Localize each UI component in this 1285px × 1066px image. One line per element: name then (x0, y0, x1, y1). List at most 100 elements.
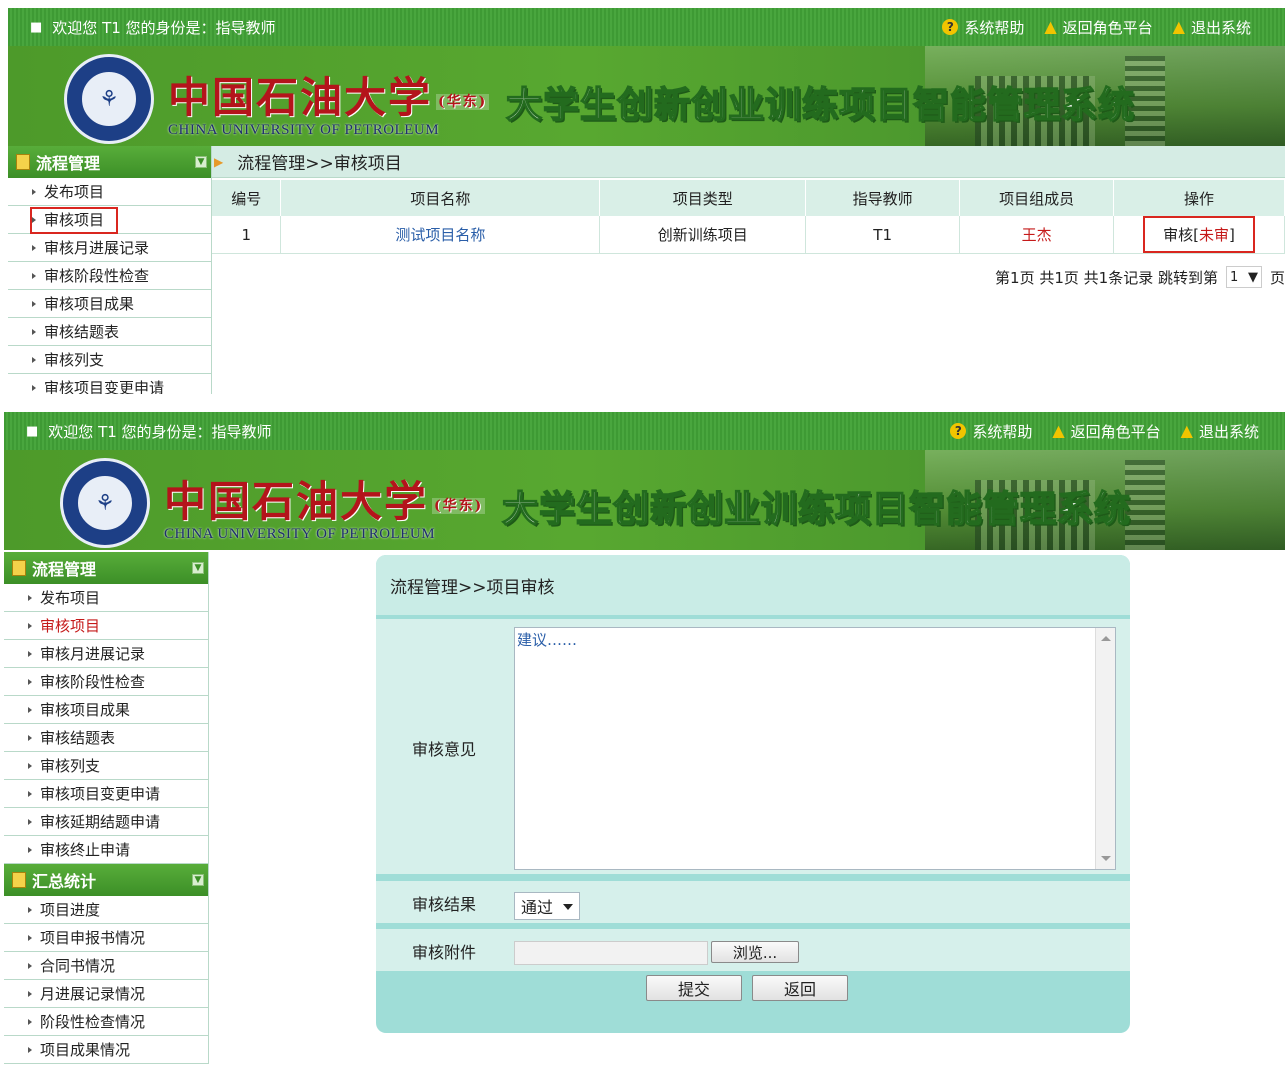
welcome-text: 欢迎您 T1 您的身份是：指导教师 (52, 18, 276, 37)
sidebar: 流程管理 ▼ 发布项目 审核项目 审核月进展记录 审核阶段性检查 审核项目成果 … (8, 146, 212, 394)
book-icon (16, 154, 30, 170)
sidebar-group-process[interactable]: 流程管理 ▼ (4, 552, 208, 584)
screenshot-review-list: ■ 欢迎您 T1 您的身份是：指导教师 ? 系统帮助 ▲ 返回角色平台 ▲ 退出系统 … (0, 8, 1285, 394)
page-select[interactable]: 1 ▼ (1225, 266, 1262, 288)
sidebar-item-termination-request[interactable]: 审核终止申请 (4, 836, 208, 864)
sidebar-item-application[interactable]: 项目申报书情况 (4, 924, 208, 952)
review-panel: 流程管理>>项目审核 审核意见 建议…… 审核结果 通过 审核附件 浏览... … (376, 555, 1130, 1033)
project-table: 编号 项目名称 项目类型 指导教师 项目组成员 操作 1 测试项目名称 创新训练… (212, 180, 1285, 254)
opinion-row: 审核意见 建议…… (376, 619, 1130, 874)
submit-button[interactable]: 提交 (646, 975, 742, 1001)
col-members: 项目组成员 (959, 180, 1115, 216)
book-icon (12, 872, 26, 888)
page-title: 流程管理>>项目审核 (376, 555, 1130, 615)
logout-link[interactable]: ▲ 退出系统 (1173, 17, 1251, 38)
sidebar-item-contract[interactable]: 合同书情况 (4, 952, 208, 980)
scroll-up-icon (1101, 636, 1111, 641)
user-icon: ■ (26, 423, 39, 439)
university-seal-logo: ⚘ (64, 54, 154, 144)
university-name-logo: 中国石油大学 (华东) (168, 73, 490, 122)
system-title: 大学生创新创业训练项目智能管理系统 (501, 488, 1132, 531)
back-platform-link[interactable]: ▲ 返回角色平台 (1044, 17, 1152, 38)
collapse-icon[interactable]: ▼ (192, 874, 204, 886)
top-bar: ■ 欢迎您 T1 您的身份是：指导教师 ? 系统帮助 ▲ 返回角色平台 ▲ 退出系统 (4, 412, 1285, 450)
sidebar-group-statistics[interactable]: 汇总统计 ▼ (4, 864, 208, 896)
opinion-label: 审核意见 (412, 740, 477, 759)
sidebar-item-extension-request[interactable]: 审核延期结题申请 (4, 808, 208, 836)
opinion-textarea[interactable]: 建议…… (515, 628, 1093, 869)
banner: ⚘ 中国石油大学 (华东) CHINA UNIVERSITY OF PETROLE… (4, 450, 1285, 550)
cell-action: 审核[未审] (1113, 216, 1285, 254)
pagination-text: 第1页 共1页 共1条记录 跳转到第 (995, 268, 1218, 287)
sidebar-item-monthly[interactable]: 审核月进展记录 (4, 640, 208, 668)
sidebar-item-final-form[interactable]: 审核结题表 (8, 318, 211, 346)
top-links: ? 系统帮助 ▲ 返回角色平台 ▲ 退出系统 (942, 8, 1251, 46)
col-teacher: 指导教师 (805, 180, 961, 216)
sidebar-item-stage-check[interactable]: 审核阶段性检查 (4, 668, 208, 696)
back-button[interactable]: 返回 (752, 975, 848, 1001)
university-english-name: CHINA UNIVERSITY OF PETROLEUM (168, 122, 440, 138)
review-action-link[interactable]: 审核[未审] (1143, 216, 1255, 253)
sidebar-item-change-request[interactable]: 审核项目变更申请 (8, 374, 211, 394)
cell-type: 创新训练项目 (599, 216, 807, 254)
university-english-name: CHINA UNIVERSITY OF PETROLEUM (164, 526, 436, 542)
cell-id: 1 (212, 216, 282, 254)
result-label: 审核结果 (412, 895, 477, 914)
chevron-down-icon: ▼ (1247, 269, 1258, 285)
sidebar-item-publish[interactable]: 发布项目 (8, 178, 211, 206)
collapse-icon[interactable]: ▼ (195, 156, 207, 168)
sidebar: 流程管理 ▼ 发布项目 审核项目 审核月进展记录 审核阶段性检查 审核项目成果 … (4, 552, 209, 1064)
sidebar-item-expenses[interactable]: 审核列支 (4, 752, 208, 780)
collapse-icon[interactable]: ▼ (192, 562, 204, 574)
separator (0, 394, 1285, 410)
home-icon: ▲ (1180, 421, 1193, 440)
help-icon: ? (942, 19, 959, 35)
help-icon: ? (950, 423, 967, 439)
top-bar: ■ 欢迎您 T1 您的身份是：指导教师 ? 系统帮助 ▲ 返回角色平台 ▲ 退出系统 (8, 8, 1285, 46)
help-link[interactable]: ? 系统帮助 (942, 17, 1024, 38)
status-badge: 未审 (1199, 226, 1230, 244)
table-row: 1 测试项目名称 创新训练项目 T1 王杰 审核[未审] (212, 216, 1285, 254)
browse-button[interactable]: 浏览... (711, 941, 799, 963)
welcome-text: 欢迎您 T1 您的身份是：指导教师 (48, 422, 272, 441)
result-select[interactable]: 通过 (514, 892, 580, 920)
sidebar-group-process[interactable]: 流程管理 ▼ (8, 146, 211, 178)
sidebar-item-review-project[interactable]: 审核项目 (4, 612, 208, 640)
attachment-row: 审核附件 浏览... (376, 929, 1130, 971)
action-row: 提交 返回 (376, 975, 1130, 1009)
sidebar-item-results[interactable]: 审核项目成果 (8, 290, 211, 318)
system-title: 大学生创新创业训练项目智能管理系统 (505, 84, 1136, 127)
sidebar-item-stage-check[interactable]: 审核阶段性检查 (8, 262, 211, 290)
sidebar-item-final-form[interactable]: 审核结题表 (4, 724, 208, 752)
sidebar-item-stage-stats[interactable]: 阶段性检查情况 (4, 1008, 208, 1036)
home-icon: ▲ (1172, 17, 1185, 36)
project-name-link[interactable]: 测试项目名称 (280, 216, 601, 254)
logout-link[interactable]: ▲ 退出系统 (1181, 421, 1259, 442)
back-platform-link[interactable]: ▲ 返回角色平台 (1052, 421, 1160, 442)
banner: ⚘ 中国石油大学 (华东) CHINA UNIVERSITY OF PETROLE… (8, 46, 1285, 146)
sidebar-item-change-request[interactable]: 审核项目变更申请 (4, 780, 208, 808)
user-icon: ■ (30, 19, 43, 35)
sidebar-item-results[interactable]: 审核项目成果 (4, 696, 208, 724)
col-actions: 操作 (1113, 180, 1285, 216)
sidebar-item-progress[interactable]: 项目进度 (4, 896, 208, 924)
sidebar-item-monthly-stats[interactable]: 月进展记录情况 (4, 980, 208, 1008)
sidebar-item-publish[interactable]: 发布项目 (4, 584, 208, 612)
table-header-row: 编号 项目名称 项目类型 指导教师 项目组成员 操作 (212, 180, 1285, 216)
arrow-icon: ▶ (214, 154, 224, 169)
pagination-suffix: 页 (1269, 268, 1285, 287)
sidebar-item-expenses[interactable]: 审核列支 (8, 346, 211, 374)
scroll-down-icon (1101, 856, 1111, 861)
scrollbar[interactable] (1095, 628, 1115, 869)
cell-teacher: T1 (805, 216, 961, 254)
sidebar-item-monthly[interactable]: 审核月进展记录 (8, 234, 211, 262)
help-link[interactable]: ? 系统帮助 (950, 421, 1032, 442)
col-id: 编号 (212, 180, 282, 216)
col-name: 项目名称 (280, 180, 601, 216)
chevron-down-icon (563, 904, 573, 910)
sidebar-item-review-project[interactable]: 审核项目 (8, 206, 211, 234)
sidebar-item-results-stats[interactable]: 项目成果情况 (4, 1036, 208, 1064)
attachment-label: 审核附件 (412, 943, 477, 962)
col-type: 项目类型 (599, 180, 807, 216)
attachment-file-input[interactable] (514, 941, 708, 965)
